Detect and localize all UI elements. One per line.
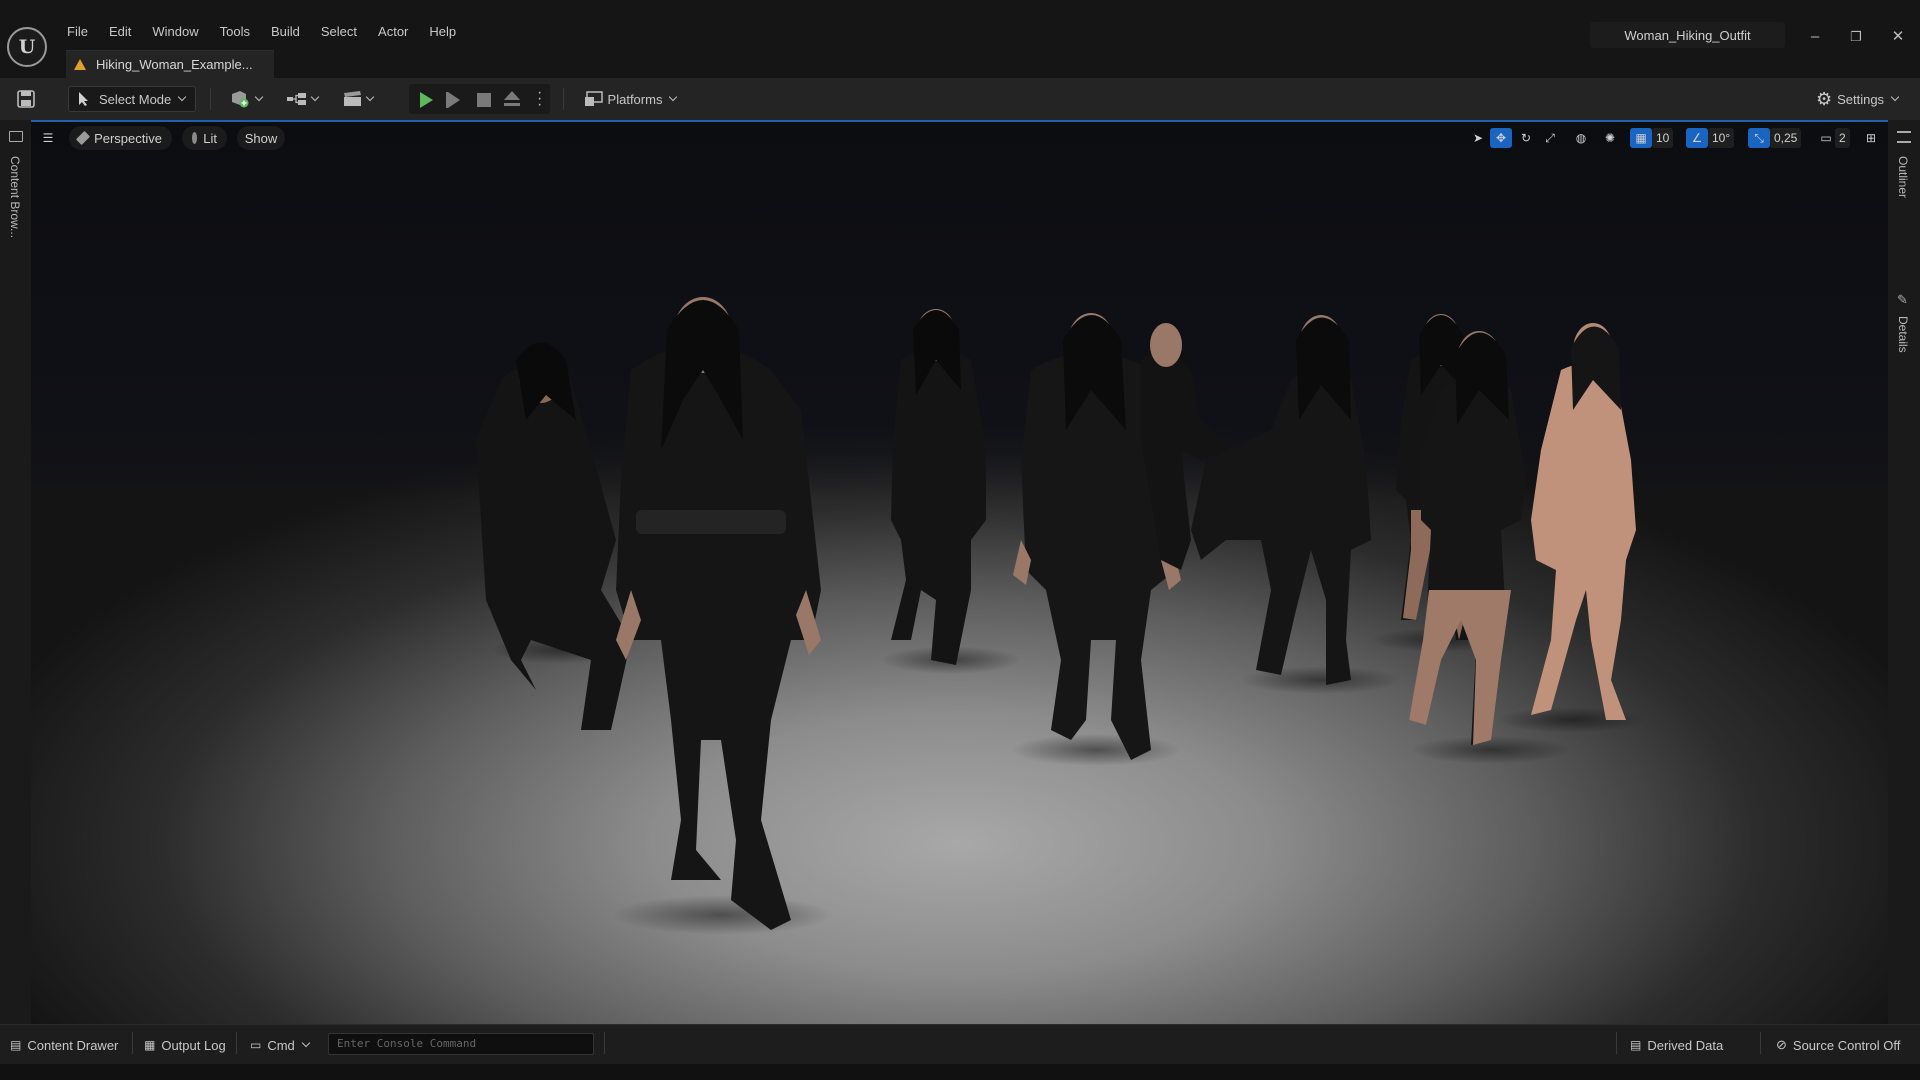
output-log-label: Output Log	[161, 1037, 226, 1053]
perspective-label: Perspective	[94, 130, 162, 146]
grid-snap-icon[interactable]: ▦	[1630, 128, 1652, 148]
left-panel-bar	[0, 120, 31, 1024]
level-viewport[interactable]	[31, 120, 1888, 1024]
gear-icon: ⚙	[1815, 88, 1833, 109]
grid-snap-value[interactable]: 10	[1652, 128, 1674, 148]
cube-icon	[75, 130, 91, 146]
lit-button[interactable]: Lit	[182, 126, 227, 150]
warning-icon	[74, 59, 86, 70]
world-space-icon[interactable]: ◍	[1570, 128, 1592, 148]
minimize-button[interactable]: –	[1803, 26, 1827, 48]
source-control-button[interactable]: ⊘ Source Control Off	[1776, 1035, 1900, 1055]
level-tab[interactable]: Hiking_Woman_Example...	[66, 50, 274, 78]
derived-data-label: Derived Data	[1647, 1037, 1724, 1053]
cinematics-dropdown[interactable]	[338, 86, 378, 112]
content-drawer-label: Content Drawer	[27, 1037, 119, 1053]
content-browser-icon[interactable]	[9, 131, 23, 142]
scale-snap-icon[interactable]: ⤡	[1748, 128, 1770, 148]
drawer-icon: ▤	[10, 1038, 22, 1052]
source-control-off-icon: ⊘	[1776, 1037, 1787, 1052]
blueprint-icon	[287, 93, 306, 105]
viewport-layout-icon[interactable]: ⊞	[1860, 128, 1882, 148]
lit-label: Lit	[203, 130, 217, 146]
restore-button[interactable]: ❐	[1844, 26, 1868, 48]
derived-data-icon: ▤	[1630, 1038, 1642, 1052]
select-mode-dropdown[interactable]: Select Mode	[68, 86, 196, 112]
content-browser-tab[interactable]: Content Brow...	[8, 156, 22, 238]
menu-bar: File Edit Window Tools Build Select Acto…	[60, 22, 470, 44]
perspective-button[interactable]: Perspective	[69, 126, 172, 150]
cmd-label: Cmd	[267, 1037, 295, 1053]
select-tool-icon[interactable]: ➤	[1467, 128, 1489, 148]
cursor-icon	[79, 92, 88, 106]
add-actor-icon	[232, 91, 249, 108]
eject-icon[interactable]	[504, 91, 520, 100]
scale-snap-value[interactable]: 0,25	[1770, 128, 1802, 148]
blueprint-dropdown[interactable]	[282, 86, 322, 112]
platforms-icon	[584, 91, 603, 106]
eject-bar	[504, 103, 520, 106]
character-kneeling[interactable]	[476, 342, 631, 731]
menu-help[interactable]: Help	[422, 22, 470, 44]
menu-build[interactable]: Build	[264, 22, 314, 44]
show-button[interactable]: Show	[237, 126, 285, 150]
menu-actor[interactable]: Actor	[371, 22, 422, 44]
platforms-dropdown[interactable]: Platforms	[580, 86, 680, 112]
terminal-icon: ▭	[250, 1038, 262, 1052]
settings-label: Settings	[1837, 91, 1885, 107]
character-base-body[interactable]	[1496, 323, 1646, 733]
details-pencil-icon[interactable]: ✎	[1897, 292, 1911, 307]
clapper-icon	[344, 91, 361, 106]
outliner-tab[interactable]: Outliner	[1896, 156, 1910, 198]
save-icon[interactable]	[14, 86, 38, 112]
play-icon[interactable]	[420, 92, 433, 108]
camera-speed-icon[interactable]: ▭	[1815, 128, 1837, 148]
bottom-strip	[0, 1064, 1920, 1080]
level-tab-label: Hiking_Woman_Example...	[96, 57, 253, 72]
menu-edit[interactable]: Edit	[102, 22, 145, 44]
menu-select[interactable]: Select	[314, 22, 371, 44]
source-control-label: Source Control Off	[1792, 1037, 1901, 1053]
advance-frame-icon[interactable]	[448, 92, 460, 108]
close-button[interactable]: ✕	[1886, 26, 1910, 48]
play-options-icon[interactable]: · · ·	[537, 85, 542, 113]
viewport-menu-icon[interactable]: ☰	[37, 128, 59, 148]
lit-sphere-icon	[192, 132, 198, 144]
scale-tool-icon[interactable]: ⤢	[1539, 128, 1561, 148]
menu-window[interactable]: Window	[145, 22, 212, 44]
translate-tool-icon[interactable]: ✥	[1490, 128, 1512, 148]
surface-snap-icon[interactable]: ✺	[1599, 128, 1621, 148]
menu-tools[interactable]: Tools	[213, 22, 264, 44]
character-front-hiker[interactable]	[611, 297, 831, 935]
right-panel-bar	[1888, 120, 1920, 1024]
menu-file[interactable]: File	[60, 22, 102, 44]
console-input[interactable]: Enter Console Command	[328, 1033, 594, 1055]
details-tab[interactable]: Details	[1896, 316, 1910, 353]
characters-scene	[476, 297, 1646, 935]
camera-speed-value[interactable]: 2	[1835, 128, 1850, 148]
derived-data-button[interactable]: ▤ Derived Data	[1630, 1035, 1723, 1055]
advance-bar	[446, 92, 448, 108]
content-drawer-button[interactable]: ▤ Content Drawer	[10, 1035, 118, 1055]
cmd-dropdown[interactable]: ▭ Cmd	[250, 1035, 311, 1055]
outliner-icon[interactable]	[1897, 131, 1911, 143]
character-walking-1[interactable]	[881, 309, 1021, 674]
rotate-tool-icon[interactable]: ↻	[1515, 128, 1537, 148]
rotation-snap-value[interactable]: 10°	[1708, 128, 1735, 148]
add-actor-dropdown[interactable]	[226, 86, 266, 112]
character-walking-3[interactable]	[1191, 315, 1401, 694]
project-name: Woman_Hiking_Outfit	[1590, 22, 1785, 48]
show-label: Show	[244, 130, 278, 146]
platforms-label: Platforms	[607, 91, 663, 107]
select-mode-label: Select Mode	[99, 91, 172, 107]
unreal-logo-icon[interactable]: U	[7, 27, 47, 67]
stop-icon[interactable]	[477, 93, 491, 107]
settings-dropdown[interactable]: ⚙ Settings	[1812, 86, 1902, 112]
log-icon: ▦	[144, 1038, 156, 1052]
rotation-snap-icon[interactable]: ∠	[1686, 128, 1708, 148]
output-log-button[interactable]: ▦ Output Log	[144, 1035, 226, 1055]
